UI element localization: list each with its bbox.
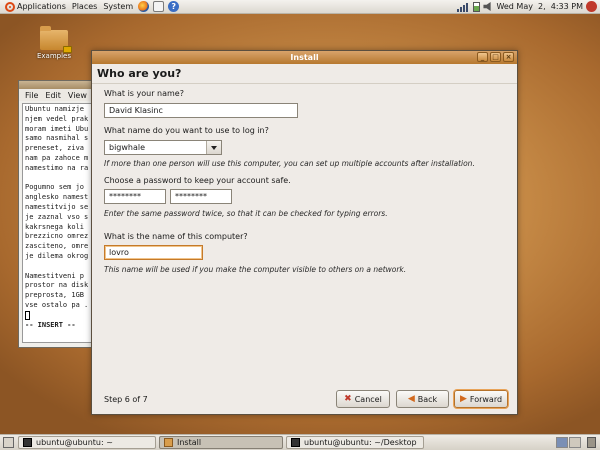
terminal-menubar: File Edit View [19, 89, 97, 101]
taskbar-item-label: ubuntu@ubuntu: ~ [36, 438, 113, 447]
show-desktop-button[interactable] [3, 437, 14, 448]
system-menu[interactable]: System [100, 0, 136, 14]
terminal-icon [23, 438, 32, 447]
firefox-icon[interactable] [138, 1, 150, 12]
battery-icon[interactable] [473, 1, 481, 12]
terminal-line: kakrsnega koli [25, 222, 85, 231]
mail-icon[interactable] [153, 1, 165, 12]
back-button-label: Back [417, 394, 438, 404]
terminal-line: Namestitveni p [25, 271, 85, 280]
places-menu[interactable]: Places [69, 0, 100, 14]
text-cursor [25, 310, 91, 321]
terminal-line: je zaznal vso s [25, 212, 89, 221]
ubuntu-logo-icon [5, 1, 15, 12]
terminal-line: moram imeti Ubu [25, 124, 89, 133]
computer-name-label: What is the name of this computer? [104, 232, 248, 241]
taskbar-item-label: ubuntu@ubuntu: ~/Desktop [304, 438, 417, 447]
login-hint: If more than one person will use this co… [104, 159, 475, 168]
workspace-switcher[interactable] [555, 437, 581, 448]
terminal-line: vse ostalo pa . [25, 300, 89, 309]
terminal-line: preneset, ziva [25, 144, 85, 153]
taskbar-item-install[interactable]: Install [159, 436, 283, 449]
password-label: Choose a password to keep your account s… [104, 176, 291, 185]
taskbar-item-terminal-desktop[interactable]: ubuntu@ubuntu: ~/Desktop [286, 436, 424, 449]
back-arrow-icon: ◀ [407, 393, 415, 404]
top-panel: Applications Places System ? Wed May 2, … [0, 0, 600, 14]
step-indicator: Step 6 of 7 [104, 395, 148, 404]
terminal-line: je dilema okrog [25, 251, 89, 260]
name-label: What is your name? [104, 89, 184, 98]
cancel-button[interactable]: ✖ Cancel [336, 390, 390, 408]
computer-name-input[interactable]: lovro [104, 245, 203, 260]
taskbar-item-terminal-home[interactable]: ubuntu@ubuntu: ~ [18, 436, 156, 449]
minimize-button[interactable]: _ [477, 52, 488, 62]
system-tray: Wed May 2, 4:33 PM [457, 0, 600, 14]
terminal-line: samo nasmihal s [25, 134, 89, 143]
cancel-icon: ✖ [344, 393, 352, 404]
dialog-titlebar[interactable]: Install _ □ × [92, 51, 517, 64]
terminal-menu-view[interactable]: View [68, 91, 87, 100]
full-name-input[interactable]: David Klasinc [104, 103, 298, 118]
terminal-line: brezzicno omrez [25, 232, 89, 241]
terminal-titlebar[interactable] [19, 81, 97, 89]
desktop-icon-label: Examples [36, 52, 71, 60]
workspace-2[interactable] [569, 437, 581, 448]
terminal-line: Ubuntu namizje [25, 105, 85, 113]
login-name-combo[interactable]: bigwhale [104, 140, 222, 155]
login-name-value: bigwhale [109, 143, 146, 152]
places-menu-label: Places [71, 2, 98, 11]
bottom-panel: ubuntu@ubuntu: ~ Install ubuntu@ubuntu: … [0, 434, 600, 450]
computer-name-hint: This name will be used if you make the c… [104, 265, 407, 274]
page-heading: Who are you? [92, 64, 517, 84]
close-button[interactable]: × [503, 52, 514, 62]
signal-icon[interactable] [457, 2, 469, 12]
desktop-icon-examples[interactable]: Examples [32, 22, 76, 60]
forward-button[interactable]: ▶ Forward [454, 390, 508, 408]
folder-icon [40, 26, 72, 53]
forward-button-label: Forward [469, 394, 503, 404]
help-icon[interactable]: ? [168, 1, 180, 12]
workspace-1[interactable] [556, 437, 568, 448]
terminal-line: prostor na disk [25, 281, 89, 290]
dialog-title: Install [290, 53, 319, 62]
terminal-line: njem vedel prak [25, 114, 89, 123]
trash-icon[interactable] [587, 437, 596, 448]
terminal-window[interactable]: File Edit View Ubuntu namizje njem vedel … [18, 80, 98, 348]
back-button[interactable]: ◀ Back [396, 390, 449, 408]
login-label: What name do you want to use to log in? [104, 126, 269, 135]
password-hint: Enter the same password twice, so that i… [104, 209, 388, 218]
forward-arrow-icon: ▶ [459, 393, 467, 404]
terminal-line: anglesko namest [25, 193, 89, 202]
password-input[interactable]: ******** [104, 189, 166, 204]
maximize-button[interactable]: □ [490, 52, 501, 62]
terminal-icon [291, 438, 300, 447]
vim-status-line: -- INSERT -- [25, 321, 76, 330]
applications-menu[interactable]: Applications [0, 0, 69, 14]
cancel-button-label: Cancel [354, 394, 382, 404]
lock-icon [63, 46, 72, 53]
terminal-line: namestimo na ra [25, 163, 89, 172]
terminal-line: preprosta, 1GB [25, 291, 85, 300]
terminal-line: Pogumno sem jo [25, 183, 85, 192]
taskbar-item-label: Install [177, 438, 202, 447]
terminal-text-area[interactable]: Ubuntu namizje njem vedel prak moram imeti… [22, 103, 94, 343]
terminal-line: nam pa zahoce m [25, 153, 89, 162]
install-icon [164, 438, 173, 447]
terminal-menu-file[interactable]: File [25, 91, 38, 100]
install-dialog: Install _ □ × Who are you? What is your … [91, 50, 518, 415]
clock[interactable]: Wed May 2, 4:33 PM [496, 2, 583, 11]
chevron-down-icon[interactable] [206, 141, 221, 154]
terminal-line: zasciteno, omre [25, 242, 89, 251]
volume-icon[interactable] [483, 2, 491, 11]
terminal-line: namestitvijo se [25, 202, 89, 211]
applications-menu-label: Applications [17, 2, 66, 11]
power-icon[interactable] [586, 1, 597, 12]
terminal-menu-edit[interactable]: Edit [45, 91, 61, 100]
system-menu-label: System [103, 2, 134, 11]
password-confirm-input[interactable]: ******** [170, 189, 232, 204]
